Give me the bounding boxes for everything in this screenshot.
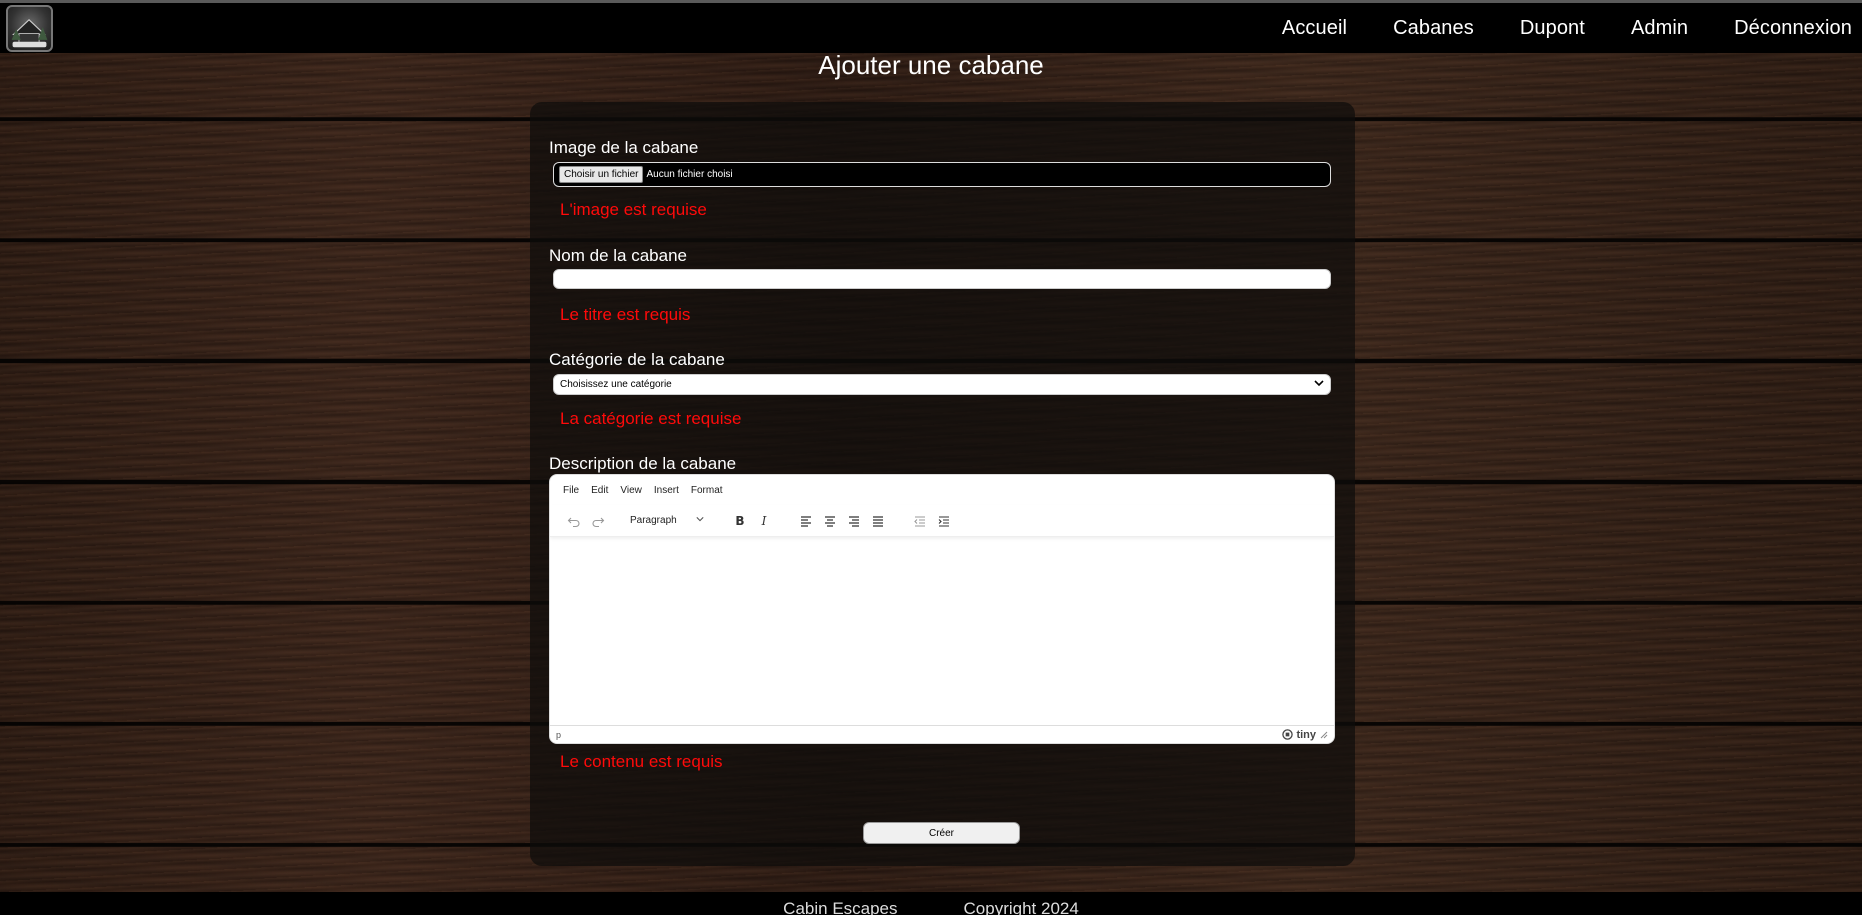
image-file-input[interactable]: Choisir un fichier Aucun fichier choisi xyxy=(553,162,1331,187)
nav-link-cabanes[interactable]: Cabanes xyxy=(1393,17,1474,40)
rich-text-editor: File Edit View Insert Format Paragraph B… xyxy=(549,474,1335,744)
category-error: La catégorie est requise xyxy=(560,409,742,428)
chevron-down-icon xyxy=(696,515,704,526)
footer: Cabin Escapes Copyright 2024 xyxy=(0,892,1862,915)
editor-toolbar: Paragraph B I xyxy=(550,505,1334,537)
nav-link-user[interactable]: Dupont xyxy=(1520,17,1585,40)
name-label: Nom de la cabane xyxy=(549,246,687,265)
create-button[interactable]: Créer xyxy=(863,822,1020,844)
indent-icon[interactable] xyxy=(932,509,956,533)
logo-icon[interactable] xyxy=(6,4,53,52)
menu-insert[interactable]: Insert xyxy=(654,485,679,505)
editor-content-area[interactable] xyxy=(550,537,1334,725)
tiny-brand[interactable]: tiny xyxy=(1282,729,1328,741)
file-status-text: Aucun fichier choisi xyxy=(646,169,733,180)
block-format-select[interactable]: Paragraph xyxy=(624,510,710,532)
navbar: Accueil Cabanes Dupont Admin Déconnexion xyxy=(0,3,1862,53)
italic-icon[interactable]: I xyxy=(752,509,776,533)
nav-link-admin[interactable]: Admin xyxy=(1631,17,1688,40)
form-card: Image de la cabane Choisir un fichier Au… xyxy=(530,102,1355,866)
editor-menubar: File Edit View Insert Format xyxy=(550,475,1334,505)
editor-statusbar: p tiny xyxy=(550,725,1334,743)
resize-handle-icon[interactable] xyxy=(1320,731,1328,739)
nav-link-deconnexion[interactable]: Déconnexion xyxy=(1734,17,1852,40)
image-label: Image de la cabane xyxy=(549,138,699,157)
align-center-icon[interactable] xyxy=(818,509,842,533)
footer-copyright: Copyright 2024 xyxy=(963,899,1079,915)
element-path[interactable]: p xyxy=(556,730,561,740)
name-error: Le titre est requis xyxy=(560,305,691,324)
undo-icon[interactable] xyxy=(562,509,586,533)
bold-icon[interactable]: B xyxy=(728,509,752,533)
nav-link-accueil[interactable]: Accueil xyxy=(1282,17,1347,40)
cabin-logo-graphic xyxy=(11,18,48,47)
choose-file-button[interactable]: Choisir un fichier xyxy=(559,166,644,183)
menu-edit[interactable]: Edit xyxy=(591,485,608,505)
menu-view[interactable]: View xyxy=(620,485,642,505)
block-format-value: Paragraph xyxy=(630,515,677,526)
tiny-brand-label: tiny xyxy=(1296,728,1316,741)
page-title: Ajouter une cabane xyxy=(818,50,1044,80)
align-right-icon[interactable] xyxy=(842,509,866,533)
description-error: Le contenu est requis xyxy=(560,752,723,771)
menu-format[interactable]: Format xyxy=(691,485,723,505)
tiny-logo-icon xyxy=(1282,729,1294,740)
category-selected-value: Choisissez une catégorie xyxy=(560,379,672,390)
align-left-icon[interactable] xyxy=(794,509,818,533)
menu-file[interactable]: File xyxy=(563,485,579,505)
main-nav: Accueil Cabanes Dupont Admin Déconnexion xyxy=(1236,3,1852,53)
redo-icon[interactable] xyxy=(586,509,610,533)
category-select[interactable]: Choisissez une catégorie xyxy=(553,374,1331,395)
footer-brand: Cabin Escapes xyxy=(783,899,898,915)
image-error: L'image est requise xyxy=(560,200,707,219)
description-label: Description de la cabane xyxy=(549,454,737,473)
chevron-down-icon xyxy=(1314,378,1324,391)
align-justify-icon[interactable] xyxy=(866,509,890,533)
category-label: Catégorie de la cabane xyxy=(549,350,725,369)
name-input[interactable] xyxy=(553,269,1331,289)
outdent-icon[interactable] xyxy=(908,509,932,533)
